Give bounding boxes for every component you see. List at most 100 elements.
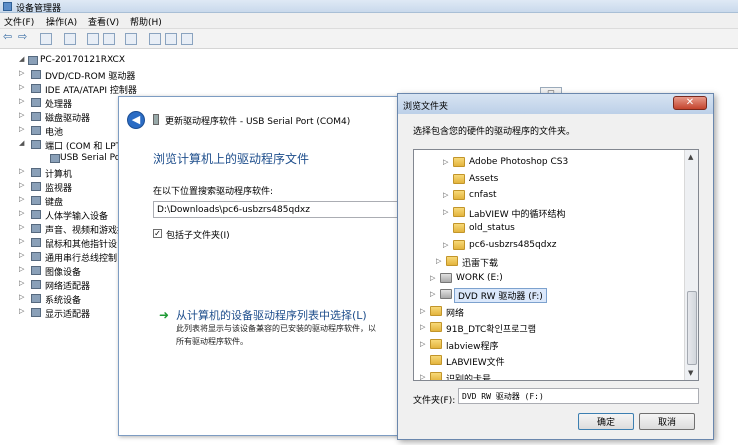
drive-icon bbox=[440, 272, 452, 283]
update-driver-wizard: ◀ 更新驱动程序软件 - USB Serial Port (COM4) 浏览计算… bbox=[118, 96, 409, 436]
uninstall-icon[interactable] bbox=[165, 33, 177, 45]
menu-file[interactable]: 文件(F) bbox=[4, 15, 34, 28]
expand-icon[interactable]: ▷ bbox=[19, 181, 24, 189]
menu-view[interactable]: 查看(V) bbox=[88, 15, 119, 28]
device-tree-label: 声音、视频和游戏控 bbox=[45, 226, 127, 236]
device-manager-icon bbox=[3, 2, 12, 11]
back-icon[interactable]: ◀ bbox=[127, 111, 145, 129]
ok-button[interactable]: 确定 bbox=[578, 413, 634, 430]
expand-icon[interactable]: ▷ bbox=[19, 195, 24, 203]
scroll-up-icon[interactable]: ▲ bbox=[688, 153, 693, 161]
wizard-heading: 浏览计算机上的驱动程序文件 bbox=[153, 152, 310, 166]
folder-label: 迅雷下载 bbox=[462, 259, 499, 269]
expand-icon[interactable]: ▷ bbox=[19, 125, 24, 133]
console-icon[interactable] bbox=[103, 33, 115, 45]
include-subfolders-label[interactable]: 包括子文件夹(I) bbox=[166, 228, 230, 241]
expand-icon[interactable]: ▷ bbox=[19, 83, 24, 91]
collapse-icon[interactable]: ◢ bbox=[19, 139, 24, 147]
scrollbar-thumb[interactable] bbox=[687, 291, 697, 365]
folder-icon bbox=[430, 371, 442, 380]
search-location-label: 在以下位置搜索驱动程序软件: bbox=[153, 187, 274, 197]
expand-icon[interactable]: ▷ bbox=[19, 167, 24, 175]
expand-icon[interactable]: ▷ bbox=[19, 237, 24, 245]
expand-icon[interactable]: ▷ bbox=[420, 323, 425, 331]
expand-icon[interactable]: ▷ bbox=[19, 307, 24, 315]
back-arrow-icon[interactable]: ⇦ bbox=[3, 30, 15, 43]
expand-icon[interactable]: ▷ bbox=[19, 69, 24, 77]
drive-icon bbox=[440, 289, 452, 299]
scan-hardware-icon[interactable] bbox=[125, 33, 137, 45]
expand-icon[interactable]: ▷ bbox=[420, 307, 425, 315]
folder-icon bbox=[453, 157, 465, 167]
disable-icon[interactable] bbox=[181, 33, 193, 45]
browse-prompt: 选择包含您的硬件的驱动程序的文件夹。 bbox=[413, 127, 576, 137]
properties-icon[interactable] bbox=[40, 33, 52, 45]
expand-icon[interactable]: ▷ bbox=[19, 279, 24, 287]
expand-icon[interactable]: ▷ bbox=[430, 290, 435, 298]
folder-icon bbox=[453, 223, 465, 233]
expand-icon[interactable]: ▷ bbox=[420, 373, 425, 381]
expand-icon[interactable]: ▷ bbox=[19, 293, 24, 301]
device-category-icon bbox=[31, 168, 41, 177]
folder-icon bbox=[430, 305, 442, 316]
pick-from-list-link[interactable]: 从计算机的设备驱动程序列表中选择(L) bbox=[176, 307, 367, 323]
forward-arrow-icon[interactable]: ⇨ bbox=[18, 30, 30, 43]
browse-dialog-titlebar: 浏览文件夹 ✕ bbox=[398, 94, 713, 114]
device-category-icon bbox=[31, 126, 41, 135]
cancel-button[interactable]: 取消 bbox=[639, 413, 695, 430]
expand-icon[interactable]: ▷ bbox=[443, 191, 448, 199]
folder-tree-scrollbar[interactable]: ▲ ▼ bbox=[684, 150, 698, 380]
device-tree-label: 电池 bbox=[45, 128, 64, 138]
device-tree-label: 处理器 bbox=[45, 100, 73, 110]
expand-icon[interactable]: ▷ bbox=[19, 97, 24, 105]
usb-device-icon bbox=[153, 114, 159, 125]
folder-tree[interactable]: ▲ ▼ ▷ Adobe Photoshop CS3 Assets ▷ cnfast ▷ La… bbox=[413, 149, 699, 381]
folder-label: LABVIEW文件 bbox=[446, 358, 505, 368]
device-tree-label: 显示适配器 bbox=[45, 310, 91, 320]
expand-icon[interactable]: ▷ bbox=[19, 223, 24, 231]
folder-icon bbox=[446, 256, 458, 266]
expand-icon[interactable]: ▷ bbox=[19, 111, 24, 119]
expand-icon[interactable]: ▷ bbox=[443, 241, 448, 249]
update-driver-icon[interactable] bbox=[149, 33, 161, 45]
driver-path-input[interactable] bbox=[153, 201, 409, 218]
device-tree-label: 监视器 bbox=[45, 184, 73, 194]
device-category-icon bbox=[31, 294, 41, 303]
folder-input[interactable] bbox=[458, 388, 699, 404]
device-manager-titlebar: 设备管理器 bbox=[0, 0, 738, 14]
expand-icon[interactable]: ▷ bbox=[19, 265, 24, 273]
device-tree-label: 通用串行总线控制 bbox=[45, 254, 118, 264]
device-category-icon bbox=[28, 56, 38, 65]
expand-icon[interactable]: ▷ bbox=[19, 209, 24, 217]
folder-label: Assets bbox=[469, 173, 499, 184]
folder-label: 网络 bbox=[446, 308, 465, 319]
expand-icon[interactable]: ▷ bbox=[443, 158, 448, 166]
include-subfolders-checkbox[interactable]: ✓ bbox=[153, 229, 162, 238]
device-category-icon bbox=[31, 70, 41, 79]
expand-icon[interactable]: ▷ bbox=[430, 274, 435, 282]
expand-icon[interactable]: ▷ bbox=[420, 340, 425, 348]
expand-icon[interactable]: ▷ bbox=[436, 257, 441, 265]
device-tree: ◢ PC-20170121RXCX ▷ DVD/CD-ROM 驱动器 ▷ IDE ATA/… bbox=[0, 50, 137, 445]
folder-label: old_status bbox=[469, 223, 515, 233]
folder-icon bbox=[453, 173, 465, 184]
scroll-down-icon[interactable]: ▼ bbox=[688, 369, 693, 377]
device-category-icon bbox=[31, 308, 41, 317]
device-tree-label: 磁盘驱动器 bbox=[45, 114, 91, 124]
device-tree-label: 计算机 bbox=[45, 170, 73, 180]
help-icon[interactable] bbox=[87, 33, 99, 45]
close-icon[interactable]: ✕ bbox=[673, 96, 707, 110]
pick-description-line1: 此列表将显示与该设备兼容的已安装的驱动程序软件，以 bbox=[176, 324, 376, 333]
collapse-icon[interactable]: ◢ bbox=[19, 55, 24, 63]
expand-icon[interactable]: ▷ bbox=[443, 208, 448, 216]
show-hide-tree-icon[interactable] bbox=[64, 33, 76, 45]
green-arrow-icon: ➜ bbox=[159, 308, 170, 322]
folder-icon bbox=[430, 322, 442, 332]
folder-field-label: 文件夹(F): bbox=[413, 396, 456, 406]
device-category-icon bbox=[31, 182, 41, 191]
folder-label: 识别的卡号 bbox=[446, 374, 492, 381]
wizard-title: 更新驱动程序软件 - USB Serial Port (COM4) bbox=[165, 117, 351, 127]
expand-icon[interactable]: ▷ bbox=[19, 251, 24, 259]
menu-help[interactable]: 帮助(H) bbox=[130, 15, 162, 28]
menu-action[interactable]: 操作(A) bbox=[46, 15, 77, 28]
